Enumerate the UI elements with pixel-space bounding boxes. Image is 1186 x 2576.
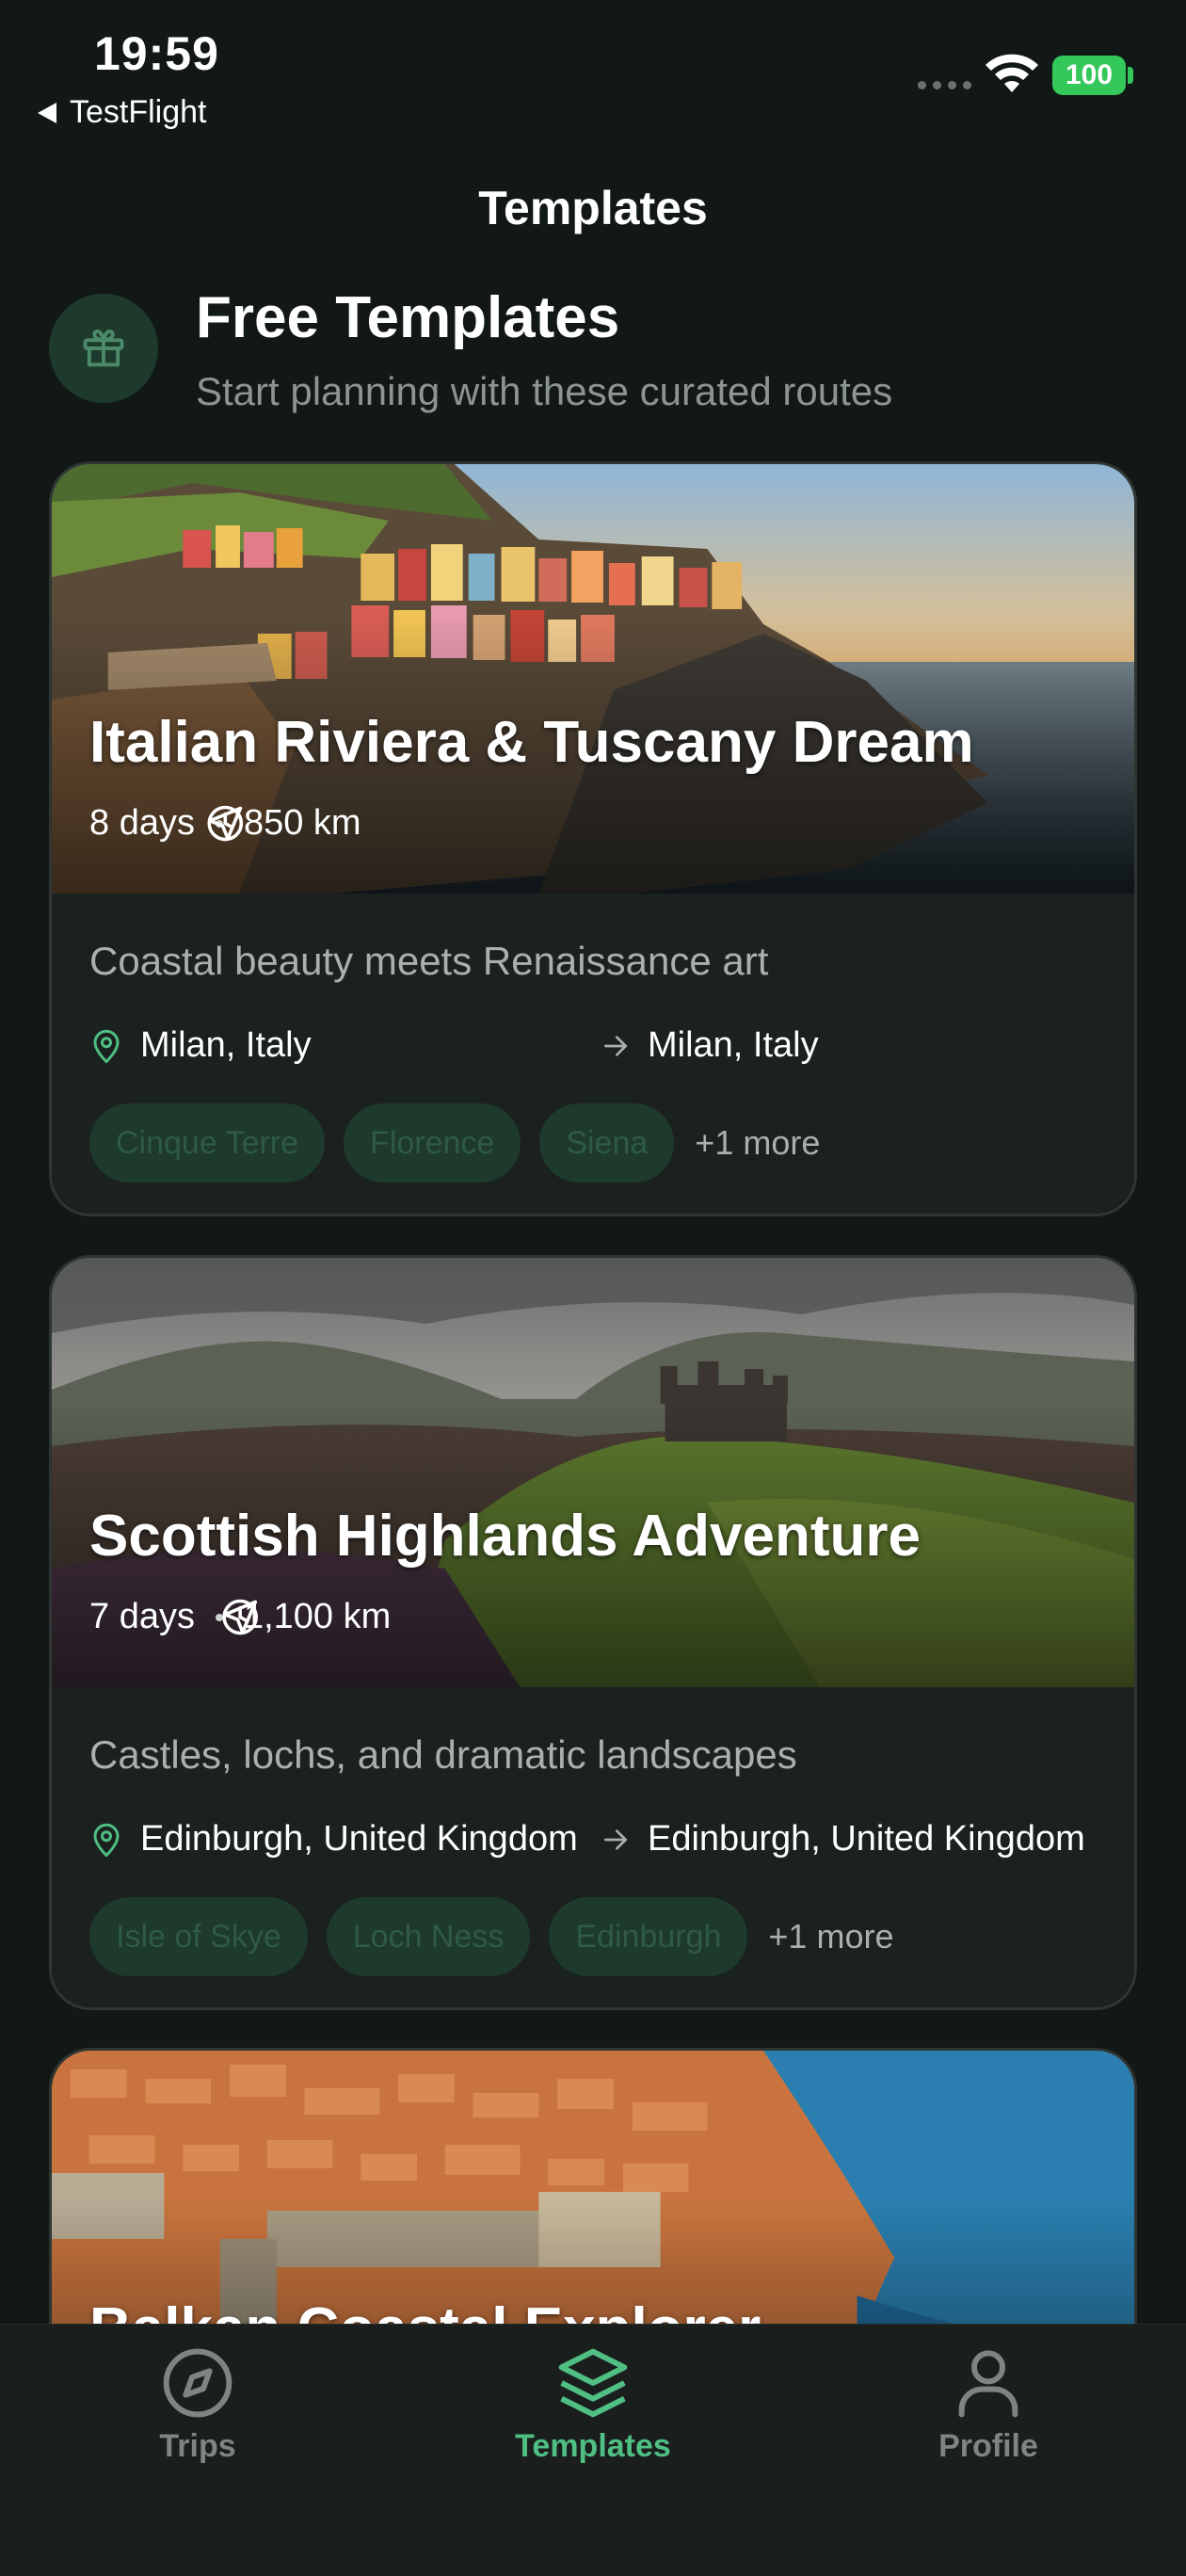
section-title: Free Templates (196, 285, 620, 350)
section-subtitle: Start planning with these curated routes (196, 369, 893, 413)
tag-chip: Loch Ness (326, 1897, 531, 1976)
tag-chip: Cinque Terre (89, 1103, 326, 1183)
status-bar: 19:59 TestFlight 100 (0, 0, 1186, 141)
tag-chip: Siena (539, 1103, 675, 1183)
route-start: Edinburgh, United Kingdom (140, 1819, 578, 1859)
tab-trips[interactable]: Trips (75, 2345, 320, 2465)
template-title: Scottish Highlands Adventure (89, 1504, 922, 1569)
template-route: Edinburgh, United Kingdom Edinburgh, Uni… (89, 1819, 1097, 1860)
arrow-right-icon (604, 1035, 627, 1056)
template-title: Italian Riviera & Tuscany Dream (89, 710, 974, 775)
template-meta: 7 days 1,100 km (89, 1597, 391, 1637)
tag-chip: Edinburgh (549, 1897, 748, 1976)
location-pin-icon (93, 1823, 120, 1858)
cellular-signal-icon (918, 81, 971, 89)
tab-bar: Trips Templates Profile (0, 2324, 1186, 2576)
back-app-label: TestFlight (70, 94, 207, 130)
route-end: Milan, Italy (648, 1025, 819, 1065)
tab-label: Profile (938, 2428, 1038, 2464)
template-image: Italian Riviera & Tuscany Dream 8 days 8… (52, 464, 1134, 894)
page-title: Templates (478, 182, 708, 234)
navigation-arrow-icon (223, 1600, 258, 1634)
arrow-right-icon (604, 1828, 627, 1850)
template-route: Milan, Italy Milan, Italy (89, 1025, 1097, 1066)
more-tags-label: +1 more (768, 1917, 894, 1956)
battery-icon: 100 (1052, 56, 1126, 95)
tag-chip: Florence (344, 1103, 521, 1183)
wifi-icon (986, 54, 1038, 92)
battery-tip (1128, 67, 1133, 84)
more-tags-label: +1 more (695, 1123, 821, 1162)
navigation-arrow-icon (208, 806, 243, 841)
gift-icon (83, 330, 124, 367)
template-description: Coastal beauty meets Renaissance art (89, 939, 769, 983)
person-icon (958, 2350, 1018, 2418)
back-arrow-icon (38, 102, 56, 123)
template-tags: Cinque Terre Florence Siena +1 more (89, 1103, 1097, 1183)
route-end: Edinburgh, United Kingdom (648, 1819, 1085, 1859)
compass-icon (163, 2348, 232, 2418)
template-tags: Isle of Skye Loch Ness Edinburgh +1 more (89, 1897, 1097, 1976)
template-meta: 8 days 850 km (89, 803, 361, 844)
tab-templates[interactable]: Templates (471, 2345, 715, 2465)
template-description: Castles, lochs, and dramatic landscapes (89, 1732, 797, 1777)
route-start: Milan, Italy (140, 1025, 312, 1065)
location-pin-icon (93, 1029, 120, 1064)
tag-chip: Isle of Skye (89, 1897, 308, 1976)
tab-profile[interactable]: Profile (866, 2345, 1111, 2465)
layers-icon (558, 2348, 628, 2418)
template-image: Scottish Highlands Adventure 7 days 1,10… (52, 1258, 1134, 1687)
tab-label: Templates (515, 2428, 671, 2464)
status-time: 19:59 (94, 27, 219, 80)
gift-badge (49, 294, 158, 403)
tab-label: Trips (159, 2428, 236, 2464)
back-to-app-button[interactable]: TestFlight (38, 94, 207, 131)
template-card-italian-riviera[interactable]: Italian Riviera & Tuscany Dream 8 days 8… (49, 461, 1137, 1216)
template-card-scottish-highlands[interactable]: Scottish Highlands Adventure 7 days 1,10… (49, 1255, 1137, 2010)
